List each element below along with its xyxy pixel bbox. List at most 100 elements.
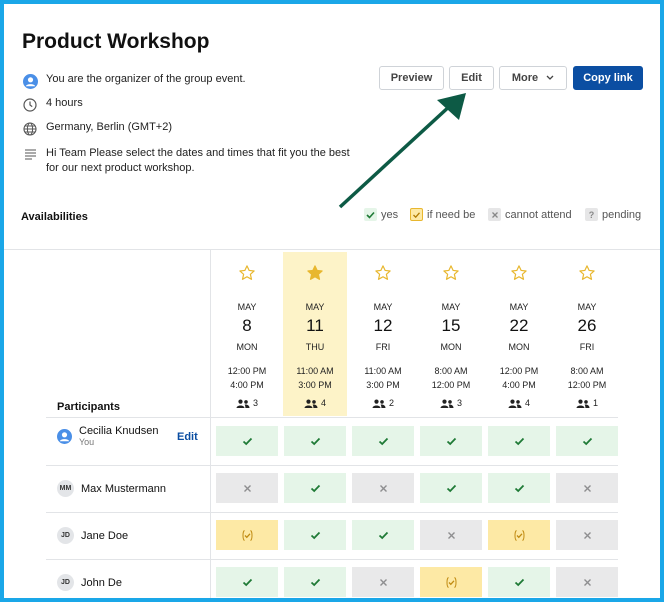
text-lines-icon [22, 146, 38, 162]
edit-own-answers-link[interactable]: Edit [177, 431, 198, 443]
date-month: MAY [237, 302, 257, 312]
people-icon [508, 399, 522, 408]
column-divider [210, 250, 211, 598]
participant-name: Jane Doe [81, 529, 129, 542]
attendee-count: 4 [283, 398, 347, 408]
attendee-count-value: 4 [320, 398, 326, 408]
legend-pending-label: pending [602, 208, 642, 221]
participant-initials-avatar: MM [57, 480, 74, 497]
globe-icon [22, 121, 38, 137]
check-icon [446, 437, 457, 446]
answer-cell [420, 567, 482, 597]
check-icon [310, 437, 321, 446]
date-month: MAY [509, 302, 529, 312]
date-column-0: MAY 8 MON 12:00 PM 4:00 PM 3 [215, 252, 279, 416]
legend-yes-label: yes [381, 208, 399, 221]
more-button[interactable]: More [499, 66, 567, 90]
check-icon [514, 578, 525, 587]
date-start-time: 8:00 AM [434, 366, 468, 376]
timezone-row: Germany, Berlin (GMT+2) [22, 121, 172, 137]
availabilities-heading: Availabilities [21, 211, 88, 223]
maybe-check-icon [445, 576, 458, 589]
legend-if-need-be: if need be [410, 208, 475, 221]
people-icon [304, 399, 318, 408]
check-icon [364, 208, 377, 221]
duration-row: 4 hours [22, 97, 83, 113]
star-outline-icon[interactable] [555, 264, 619, 282]
star-outline-icon[interactable] [419, 264, 483, 282]
date-day: 12 [373, 316, 393, 335]
user-avatar-icon [22, 73, 38, 89]
check-icon [310, 578, 321, 587]
organizer-text: You are the organizer of the group event… [46, 73, 246, 85]
people-icon [576, 399, 590, 408]
check-icon [310, 531, 321, 540]
answer-cell [488, 520, 550, 550]
star-outline-icon[interactable] [487, 264, 551, 282]
answer-cell [216, 426, 278, 456]
date-day: 22 [509, 316, 529, 335]
maybe-check-icon [513, 529, 526, 542]
check-icon [514, 484, 525, 493]
date-month: MAY [305, 302, 325, 312]
date-day: 8 [242, 316, 252, 335]
date-weekday: FRI [579, 342, 595, 352]
people-icon [440, 399, 454, 408]
legend-cannot-attend-label: cannot attend [505, 208, 572, 221]
legend-if-need-be-label: if need be [427, 208, 476, 221]
answer-cell [556, 520, 618, 550]
clock-icon [22, 97, 38, 113]
answer-cell [420, 473, 482, 503]
date-start-time: 8:00 AM [570, 366, 604, 376]
date-month: MAY [373, 302, 393, 312]
answer-cell [352, 426, 414, 456]
participant-0: Cecilia Knudsen You [57, 425, 159, 447]
answer-cell [556, 426, 618, 456]
answer-cell [284, 473, 346, 503]
maybe-check-icon [410, 208, 423, 221]
cross-icon [379, 578, 388, 587]
check-icon [378, 437, 389, 446]
date-start-time: 12:00 PM [227, 366, 267, 376]
date-end-time: 4:00 PM [502, 380, 536, 390]
preview-button[interactable]: Preview [379, 66, 444, 90]
attendee-count-value: 3 [252, 398, 258, 408]
date-day: 15 [441, 316, 461, 335]
date-end-time: 3:00 PM [298, 380, 332, 390]
description-row: Hi Team Please select the dates and time… [22, 146, 362, 176]
attendee-count: 4 [487, 398, 551, 408]
cross-icon [447, 531, 456, 540]
copy-link-button[interactable]: Copy link [573, 66, 643, 90]
date-weekday: MON [508, 342, 530, 352]
duration-text: 4 hours [46, 97, 83, 109]
participants-heading: Participants [57, 401, 120, 413]
legend-cannot-attend: cannot attend [488, 208, 572, 221]
participant-3: JD John De [57, 574, 122, 591]
date-weekday: THU [305, 342, 325, 352]
cross-icon [488, 208, 501, 221]
answer-cell [216, 567, 278, 597]
answer-cell [352, 567, 414, 597]
edit-button[interactable]: Edit [449, 66, 494, 90]
check-icon [378, 531, 389, 540]
section-divider [4, 249, 660, 250]
participant-initials-avatar: JD [57, 574, 74, 591]
attendee-count-value: 1 [592, 398, 598, 408]
answer-cell [488, 473, 550, 503]
star-filled-icon[interactable] [283, 264, 347, 282]
participant-sub: You [79, 437, 95, 447]
description-text: Hi Team Please select the dates and time… [46, 147, 350, 174]
attendee-count: 2 [351, 398, 415, 408]
cross-icon [583, 484, 592, 493]
attendee-count-value: 4 [524, 398, 530, 408]
date-end-time: 12:00 PM [567, 380, 607, 390]
star-outline-icon[interactable] [351, 264, 415, 282]
user-avatar-icon [57, 428, 72, 444]
answer-cell [420, 426, 482, 456]
participant-name: Cecilia Knudsen [79, 425, 159, 437]
answer-cell [216, 473, 278, 503]
star-outline-icon[interactable] [215, 264, 279, 282]
date-weekday: MON [440, 342, 462, 352]
participant-1: MM Max Mustermann [57, 480, 166, 497]
date-start-time: 11:00 AM [364, 366, 402, 376]
